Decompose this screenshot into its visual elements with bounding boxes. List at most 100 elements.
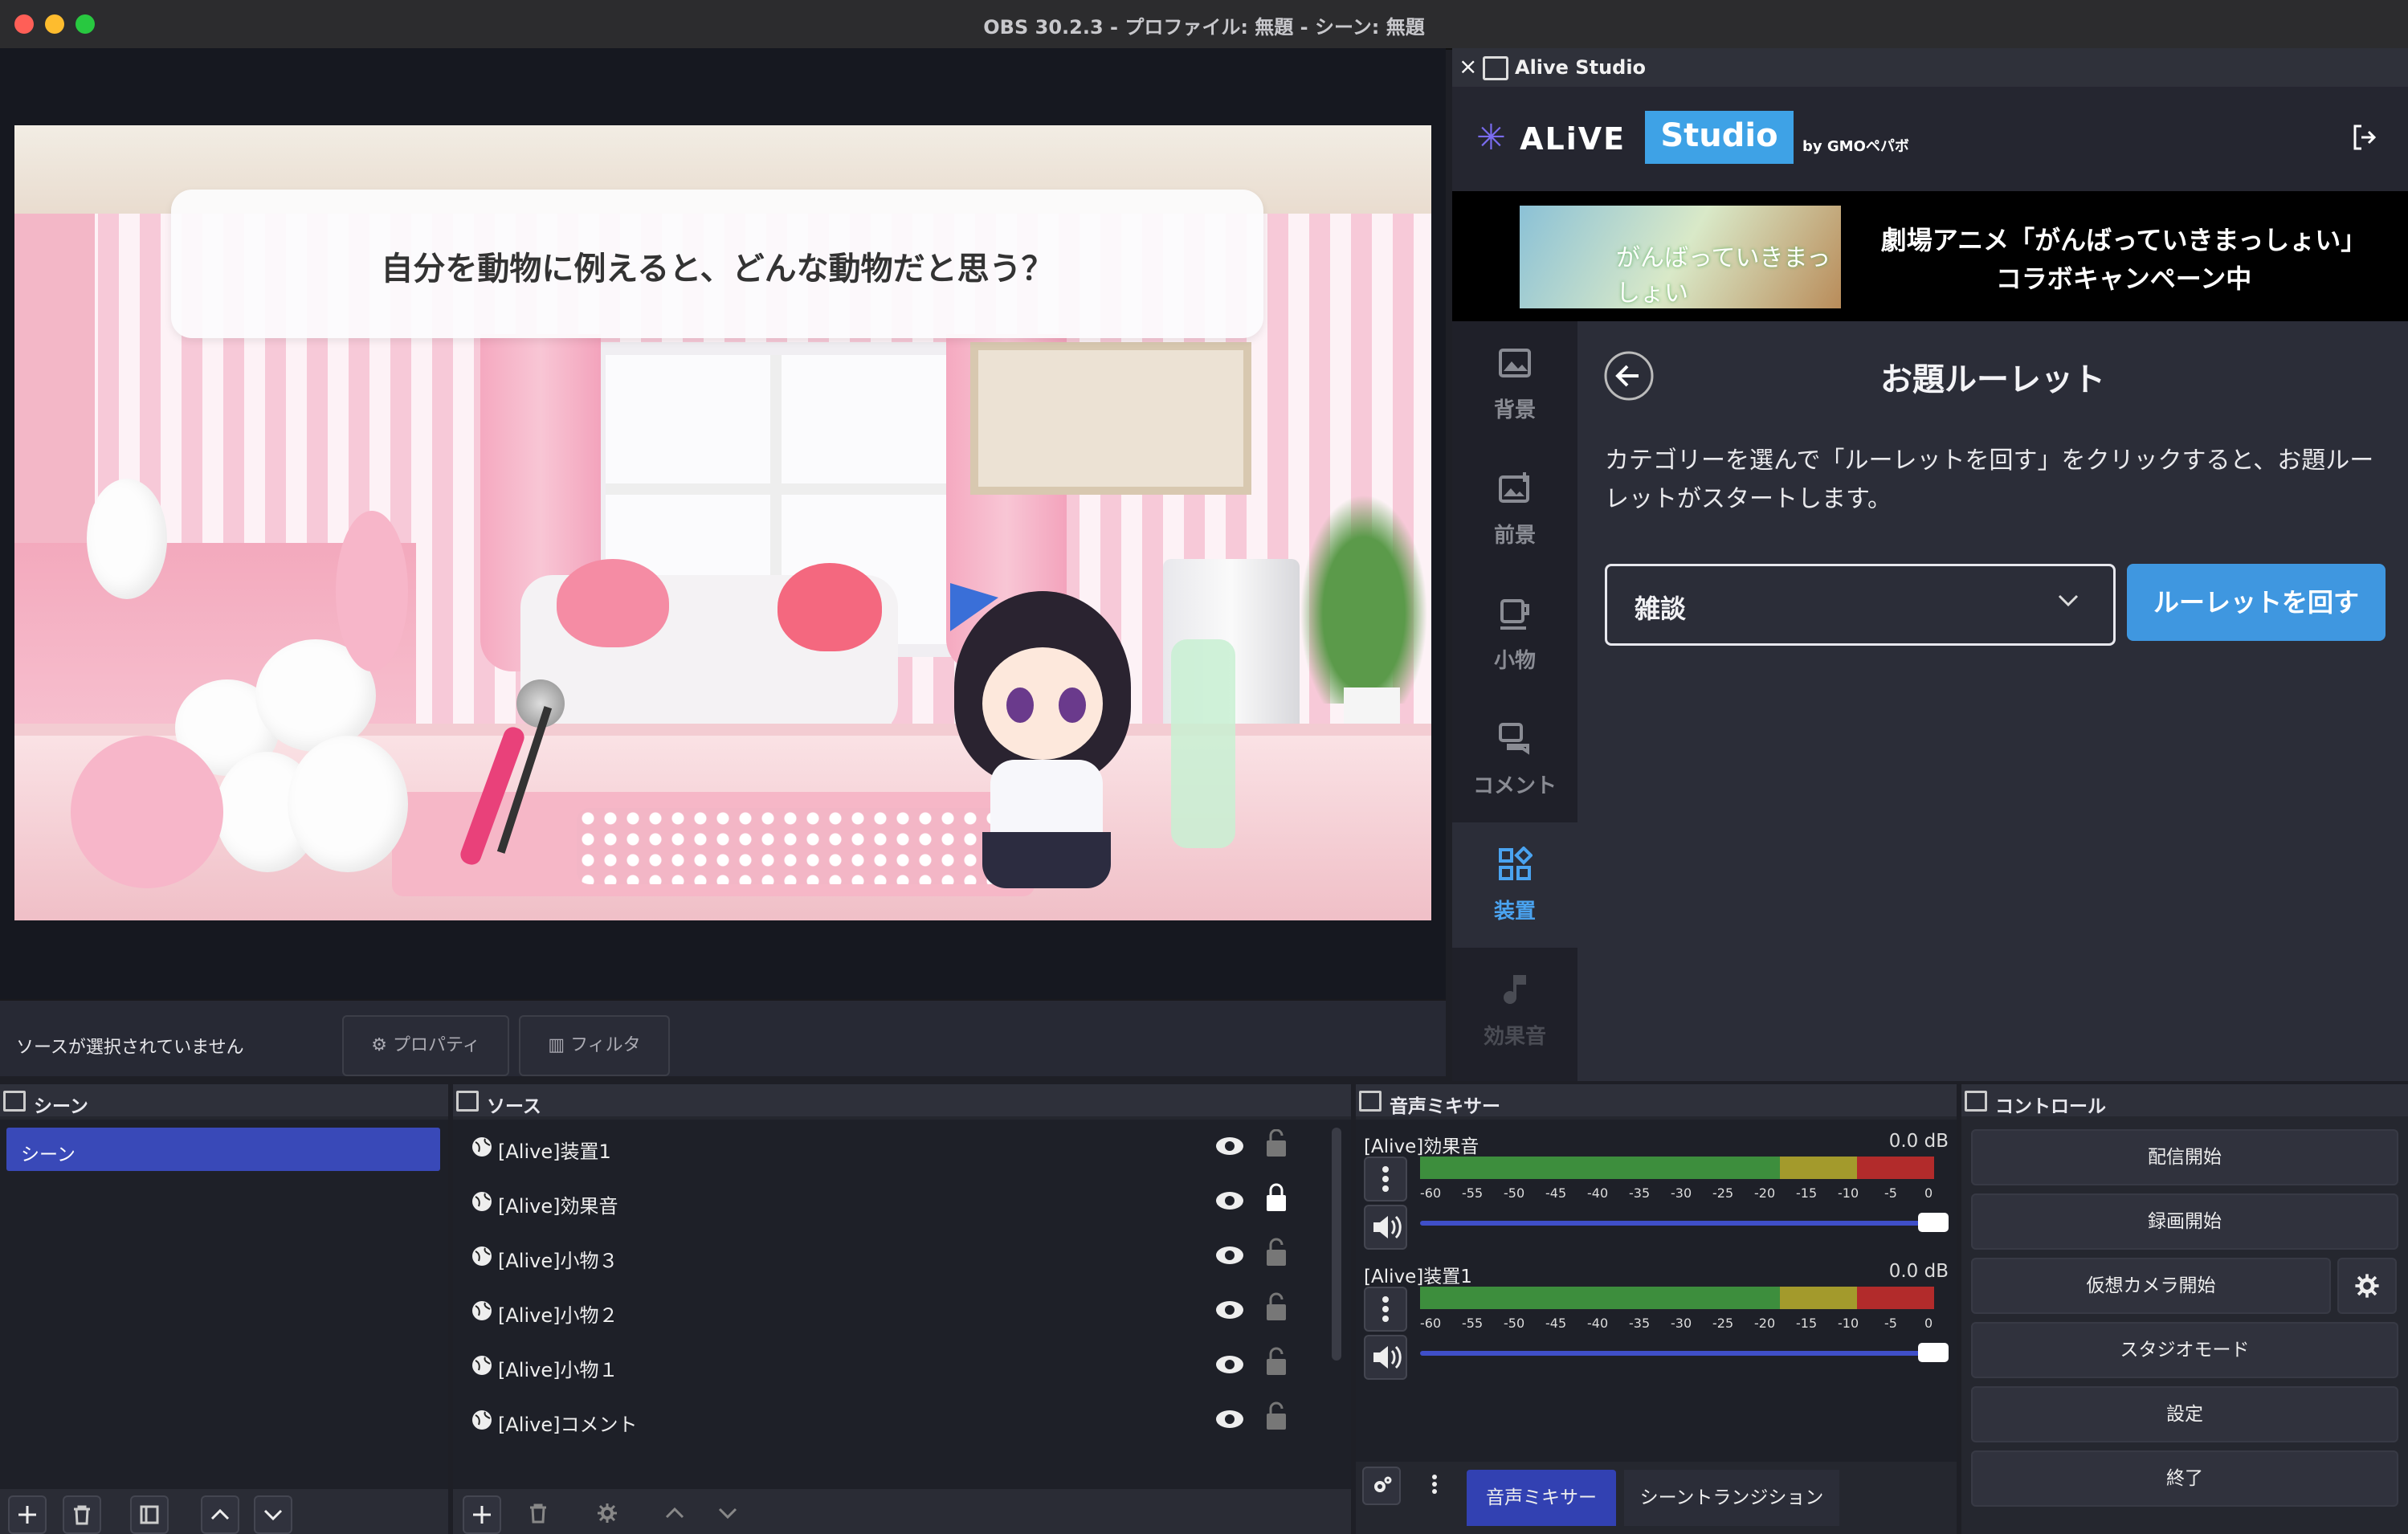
chevron-down-icon — [263, 1509, 283, 1521]
alive-logo: ✳ ALiVE — [1476, 117, 1626, 158]
window-title: OBS 30.2.3 - プロファイル: 無題 - シーン: 無題 — [983, 16, 1425, 39]
alive-studio-dock: × Alive Studio ✳ ALiVE Studio by GMOペパボ … — [1452, 48, 2408, 1081]
add-scene-button[interactable] — [8, 1495, 47, 1534]
volume-meter — [1420, 1287, 1934, 1309]
move-source-down-button[interactable] — [710, 1495, 745, 1531]
properties-button[interactable]: ⚙ プロパティ — [342, 1015, 509, 1076]
studio-badge: Studio — [1645, 111, 1794, 164]
banner-title: 劇場アニメ「がんばっていきまっしょい」 — [1880, 225, 2367, 255]
globe-icon — [472, 1356, 492, 1375]
alive-header: ✳ ALiVE Studio by GMOペパボ — [1452, 87, 2408, 191]
plus-icon — [473, 1506, 491, 1524]
remove-scene-button[interactable] — [63, 1495, 101, 1534]
nav-item-props[interactable]: 小物 — [1452, 572, 1577, 697]
channel-menu-button[interactable] — [1364, 1287, 1407, 1332]
spin-roulette-button[interactable]: ルーレットを回す — [2127, 564, 2386, 641]
star-icon: ✳ — [1476, 117, 1508, 158]
tab-audio-mixer[interactable]: 音声ミキサー — [1467, 1470, 1616, 1526]
category-selected-value: 雑談 — [1635, 594, 1687, 624]
move-scene-down-button[interactable] — [254, 1495, 292, 1534]
scenes-title: シーン — [34, 1096, 88, 1117]
program-preview[interactable]: 自分を動物に例えると、どんな動物だと思う？ — [14, 125, 1431, 920]
start-recording-button[interactable]: 録画開始 — [1971, 1193, 2398, 1250]
channel-name: [Alive]装置1 — [1364, 1267, 1472, 1287]
advanced-audio-button[interactable] — [1362, 1467, 1401, 1505]
globe-icon — [472, 1410, 492, 1430]
source-item[interactable]: [Alive]装置1 — [459, 1120, 1351, 1173]
move-source-up-button[interactable] — [657, 1495, 692, 1531]
scene-item[interactable]: シーン — [6, 1128, 440, 1171]
image-add-icon — [1499, 472, 1529, 503]
window-icon — [456, 1091, 479, 1112]
nav-item-background[interactable]: 背景 — [1452, 321, 1577, 447]
virtual-camera-settings-button[interactable] — [2337, 1258, 2397, 1314]
chevron-down-icon — [2058, 594, 2079, 607]
nav-item-sound-effects[interactable]: 効果音 — [1452, 948, 1577, 1073]
trash-icon — [74, 1505, 90, 1525]
mute-button[interactable] — [1364, 1335, 1407, 1380]
volume-slider[interactable] — [1420, 1351, 1934, 1356]
banner-image: がんばっていきまっしょい — [1520, 206, 1841, 308]
scene-filters-button[interactable] — [130, 1495, 169, 1534]
exit-button[interactable]: 終了 — [1971, 1450, 2398, 1507]
controls-panel: コントロール 配信開始 録画開始 仮想カメラ開始 スタジオモード 設定 終了 — [1961, 1084, 2408, 1534]
source-item[interactable]: [Alive]小物３ — [459, 1229, 1351, 1282]
comment-icon — [1499, 723, 1529, 755]
mute-button[interactable] — [1364, 1205, 1407, 1250]
volume-slider[interactable] — [1420, 1221, 1934, 1226]
source-item[interactable]: [Alive]小物２ — [459, 1283, 1351, 1336]
gmo-pepabo-label: by GMOペパボ — [1802, 138, 1909, 155]
nav-item-devices[interactable]: 装置 — [1452, 822, 1577, 948]
dock-title: Alive Studio — [1515, 56, 1647, 79]
trash-icon — [530, 1503, 546, 1524]
chevron-down-icon — [718, 1507, 737, 1520]
campaign-banner[interactable]: がんばっていきまっしょい 劇場アニメ「がんばっていきまっしょい」 コラボキャンペ… — [1452, 191, 2408, 321]
source-properties-button[interactable] — [590, 1495, 625, 1531]
audio-mixer-panel: 音声ミキサー [Alive]効果音 0.0 dB -60 -55 -50 -45 -40… — [1356, 1084, 1957, 1534]
source-item[interactable]: [Alive]小物１ — [459, 1338, 1351, 1391]
logout-icon[interactable] — [2352, 124, 2376, 151]
nav-item-foreground[interactable]: 前景 — [1452, 447, 1577, 572]
add-source-button[interactable] — [463, 1495, 501, 1534]
start-streaming-button[interactable]: 配信開始 — [1971, 1129, 2398, 1185]
globe-icon — [472, 1137, 492, 1157]
dock-header: × Alive Studio — [1452, 48, 2408, 87]
category-select[interactable]: 雑談 — [1605, 564, 2116, 646]
window-icon — [1483, 56, 1508, 80]
channel-db: 0.0 dB — [1888, 1131, 1949, 1152]
filter-icon: ▥ — [548, 1035, 571, 1055]
gear-icon — [2355, 1274, 2379, 1298]
tab-scene-transitions[interactable]: シーントランジション — [1624, 1470, 1839, 1526]
globe-icon — [472, 1192, 492, 1211]
widgets-icon — [1499, 847, 1533, 880]
globe-icon — [472, 1246, 492, 1266]
filter-icon — [140, 1505, 159, 1524]
keyboard — [577, 808, 1002, 884]
chevron-up-icon — [665, 1507, 684, 1519]
channel-name: [Alive]効果音 — [1364, 1136, 1479, 1157]
filters-button[interactable]: ▥ フィルタ — [519, 1015, 670, 1076]
photo-board — [970, 342, 1251, 495]
volume-slider-handle[interactable] — [1918, 1213, 1949, 1232]
source-item[interactable]: [Alive]コメント — [459, 1393, 1351, 1446]
chevron-up-icon — [210, 1508, 230, 1520]
controls-title: コントロール — [1995, 1096, 2106, 1117]
speaker-icon — [1373, 1215, 1402, 1239]
channel-menu-button[interactable] — [1364, 1157, 1407, 1201]
move-scene-up-button[interactable] — [201, 1495, 239, 1534]
settings-button[interactable]: 設定 — [1971, 1386, 2398, 1442]
source-item[interactable]: [Alive]効果音 — [459, 1174, 1351, 1227]
no-source-label: ソースが選択されていません — [16, 1038, 244, 1058]
mixer-menu-button[interactable] — [1417, 1467, 1452, 1502]
volume-slider-handle[interactable] — [1918, 1343, 1949, 1362]
sources-panel: ソース [Alive]装置1 [Alive]効果音 [Alive]小物３ [Al… — [453, 1084, 1351, 1534]
start-virtual-camera-button[interactable]: 仮想カメラ開始 — [1971, 1258, 2331, 1314]
gears-icon — [1374, 1476, 1392, 1492]
more-vertical-icon — [1432, 1475, 1437, 1494]
nav-item-comments[interactable]: コメント — [1452, 697, 1577, 822]
mixer-title: 音声ミキサー — [1390, 1096, 1500, 1117]
plus-icon — [18, 1506, 36, 1524]
remove-source-button[interactable] — [520, 1495, 556, 1531]
studio-mode-button[interactable]: スタジオモード — [1971, 1322, 2398, 1378]
close-icon[interactable]: × — [1459, 53, 1477, 80]
